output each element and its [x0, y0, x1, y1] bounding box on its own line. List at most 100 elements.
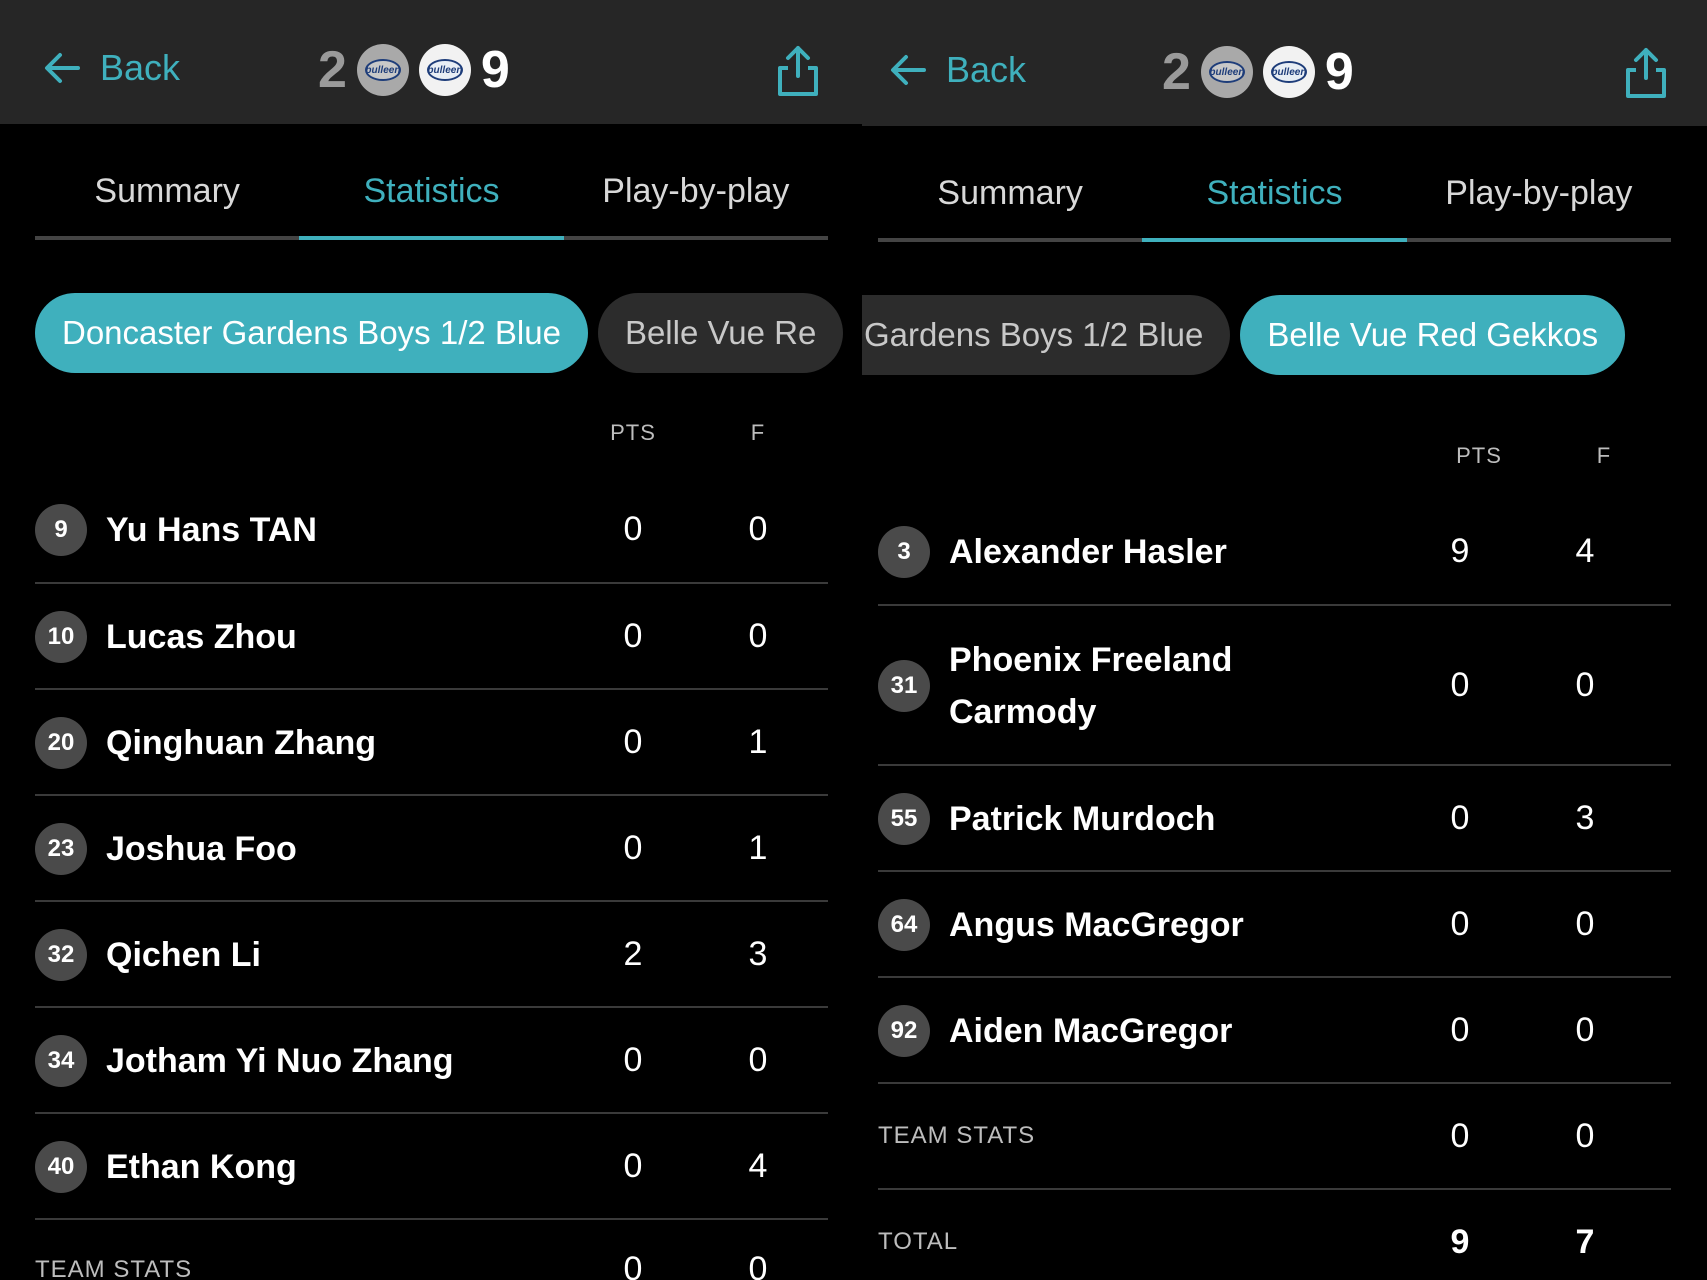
tab-bar: Summary Statistics Play-by-play	[878, 162, 1671, 242]
player-pts: 0	[623, 510, 643, 548]
player-name: Patrick Murdoch	[949, 800, 1216, 838]
team-stats-pts: 0	[623, 1250, 643, 1280]
column-header-f: F	[750, 420, 766, 445]
team-chip-belle-vue[interactable]: Belle Vue Red Gekkos	[1240, 295, 1626, 375]
jersey-number-badge: 23	[35, 823, 87, 875]
player-name: Qinghuan Zhang	[106, 724, 377, 762]
total-pts: 9	[1450, 1223, 1470, 1261]
jersey-number-badge: 34	[35, 1035, 87, 1087]
team-chip-doncaster[interactable]: Gardens Boys 1/2 Blue	[862, 295, 1231, 375]
player-fouls: 0	[748, 617, 768, 655]
player-name: Alexander Hasler	[949, 533, 1227, 571]
back-button[interactable]: Back	[40, 46, 180, 90]
jersey-number-badge: 9	[35, 504, 87, 556]
player-name: Joshua Foo	[106, 830, 297, 868]
player-name: Angus MacGregor	[949, 906, 1244, 944]
player-row[interactable]: 23 Joshua Foo 0 1	[35, 796, 828, 902]
away-score: 9	[480, 41, 510, 99]
team-stats-fouls: 0	[748, 1250, 768, 1280]
player-fouls: 4	[748, 1147, 768, 1185]
away-team-logo: bulleen	[1262, 46, 1315, 98]
player-row[interactable]: 64 Angus MacGregor 0 0	[878, 872, 1671, 978]
player-pts: 9	[1450, 532, 1470, 570]
tab-play-by-play[interactable]: Play-by-play	[564, 160, 828, 236]
team-stats-label: TEAM STATS	[878, 1122, 1036, 1149]
home-team-logo: bulleen	[356, 44, 409, 96]
player-pts: 0	[1450, 666, 1470, 704]
top-bar: Back 2 bulleen bulleen 9	[862, 0, 1707, 126]
away-team-logo: bulleen	[418, 44, 471, 96]
player-fouls: 0	[1575, 1011, 1595, 1049]
team-selector: Doncaster Gardens Boys 1/2 Blue Belle Vu…	[35, 293, 844, 373]
player-row[interactable]: 55 Patrick Murdoch 0 3	[878, 766, 1671, 872]
tab-statistics[interactable]: Statistics	[299, 160, 564, 240]
jersey-number-badge: 10	[35, 611, 87, 663]
tab-play-by-play[interactable]: Play-by-play	[1407, 162, 1671, 238]
player-row[interactable]: 34 Jotham Yi Nuo Zhang 0 0	[35, 1008, 828, 1114]
jersey-number-badge: 31	[878, 660, 930, 712]
player-name: Qichen Li	[106, 936, 261, 974]
home-team-logo: bulleen	[1200, 46, 1253, 98]
player-fouls: 0	[748, 510, 768, 548]
top-bar: Back 2 bulleen bulleen 9	[0, 0, 862, 124]
team-chip-doncaster[interactable]: Doncaster Gardens Boys 1/2 Blue	[35, 293, 588, 373]
total-fouls: 7	[1575, 1223, 1595, 1261]
home-score: 2	[318, 41, 347, 99]
tab-summary[interactable]: Summary	[878, 162, 1142, 238]
player-fouls: 0	[1575, 666, 1595, 704]
player-row[interactable]: 20 Qinghuan Zhang 0 1	[35, 690, 828, 796]
player-fouls: 3	[748, 935, 768, 973]
left-panel: Back 2 bulleen bulleen 9 Summary Statist…	[0, 0, 862, 1280]
team-stats-row: TEAM STATS 0 0	[35, 1220, 828, 1280]
right-panel: Back 2 bulleen bulleen 9 Summary Statist…	[862, 0, 1707, 1280]
player-row[interactable]: 3 Alexander Hasler 9 4	[878, 500, 1671, 606]
player-stats-list: 3 Alexander Hasler 9 4 31 Phoenix Freela…	[878, 500, 1671, 1280]
arrow-left-icon	[891, 55, 926, 85]
share-icon[interactable]	[1622, 46, 1670, 100]
player-name: Ethan Kong	[106, 1148, 297, 1186]
scoreboard: 2 bulleen bulleen 9	[1162, 42, 1354, 102]
team-chip-belle-vue[interactable]: Belle Vue Re	[597, 293, 844, 373]
player-name: Jotham Yi Nuo Zhang	[106, 1042, 454, 1080]
team-selector: Gardens Boys 1/2 Blue Belle Vue Red Gekk…	[862, 295, 1626, 375]
column-header-f: F	[1596, 443, 1612, 468]
jersey-number-badge: 55	[878, 793, 930, 845]
player-row[interactable]: 10 Lucas Zhou 0 0	[35, 584, 828, 690]
player-name: Yu Hans TAN	[106, 511, 317, 549]
jersey-number-badge: 92	[878, 1005, 930, 1057]
player-fouls: 0	[748, 1041, 768, 1079]
column-header-pts: PTS	[610, 420, 656, 445]
back-label: Back	[100, 47, 181, 88]
player-row[interactable]: 9 Yu Hans TAN 0 0	[35, 478, 828, 584]
player-name: Lucas Zhou	[106, 618, 297, 656]
total-row: TOTAL 9 7	[878, 1190, 1671, 1280]
player-row[interactable]: 31 Phoenix Freeland Carmody 0 0	[878, 606, 1671, 766]
jersey-number-badge: 64	[878, 899, 930, 951]
arrow-left-icon	[45, 53, 80, 83]
jersey-number-badge: 40	[35, 1141, 87, 1193]
away-score: 9	[1324, 43, 1354, 101]
player-fouls: 4	[1575, 532, 1595, 570]
player-pts: 0	[623, 1041, 643, 1079]
tab-bar: Summary Statistics Play-by-play	[35, 160, 828, 240]
tab-statistics[interactable]: Statistics	[1142, 162, 1407, 242]
player-fouls: 1	[748, 723, 768, 761]
back-button[interactable]: Back	[886, 48, 1026, 92]
player-row[interactable]: 32 Qichen Li 2 3	[35, 902, 828, 1008]
scoreboard: 2 bulleen bulleen 9	[318, 40, 510, 100]
jersey-number-badge: 3	[878, 526, 930, 578]
team-stats-pts: 0	[1450, 1117, 1470, 1155]
share-icon[interactable]	[774, 44, 822, 98]
player-stats-list: 9 Yu Hans TAN 0 0 10 Lucas Zhou 0 0 20 Q…	[35, 478, 828, 1280]
player-pts: 0	[1450, 799, 1470, 837]
team-stats-label: TEAM STATS	[35, 1256, 193, 1280]
team-stats-row: TEAM STATS 0 0	[878, 1084, 1671, 1190]
player-row[interactable]: 40 Ethan Kong 0 4	[35, 1114, 828, 1220]
player-row[interactable]: 92 Aiden MacGregor 0 0	[878, 978, 1671, 1084]
player-name: Aiden MacGregor	[949, 1012, 1233, 1050]
tab-summary[interactable]: Summary	[35, 160, 299, 236]
player-fouls: 1	[748, 829, 768, 867]
jersey-number-badge: 32	[35, 929, 87, 981]
column-header-pts: PTS	[1456, 443, 1502, 468]
player-name: Phoenix Freeland Carmody	[949, 641, 1233, 731]
